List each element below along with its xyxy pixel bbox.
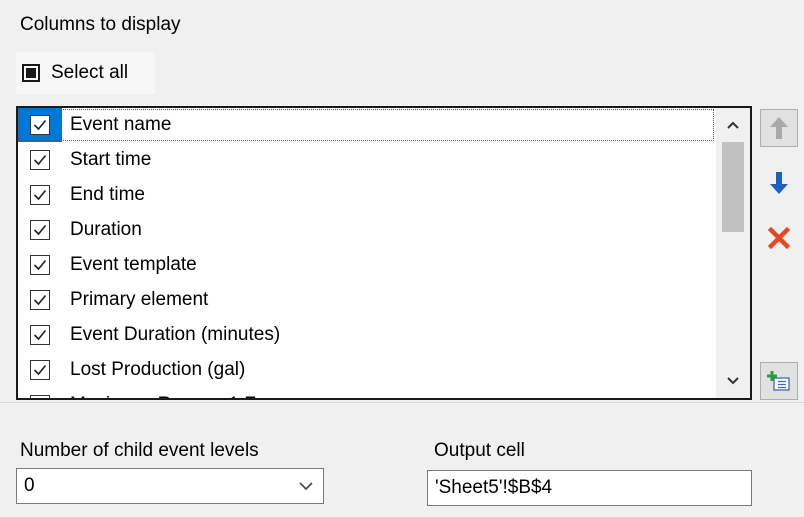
- list-item[interactable]: Duration: [18, 213, 715, 247]
- column-checkbox[interactable]: [18, 213, 62, 247]
- list-item[interactable]: Maximum Reason 1 Freq: [18, 388, 715, 398]
- column-label: Duration: [70, 219, 142, 240]
- column-label: Lost Production (gal): [70, 359, 246, 380]
- output-cell-input[interactable]: [427, 470, 752, 506]
- column-label: Event Duration (minutes): [70, 324, 281, 345]
- checkbox-icon[interactable]: [30, 115, 50, 135]
- column-label: Primary element: [70, 289, 209, 310]
- columns-section-title: Columns to display: [20, 14, 181, 35]
- list-item[interactable]: Start time: [18, 143, 715, 177]
- select-all-label: Select all: [51, 62, 129, 83]
- checkbox-icon[interactable]: [30, 220, 50, 240]
- section-divider: [0, 402, 804, 403]
- chevron-down-icon: [727, 377, 739, 385]
- checkbox-icon[interactable]: [30, 395, 50, 398]
- list-item[interactable]: End time: [18, 178, 715, 212]
- move-down-button[interactable]: [760, 164, 798, 202]
- scroll-down-button[interactable]: [716, 364, 750, 398]
- vertical-scrollbar[interactable]: [716, 108, 750, 398]
- scroll-up-button[interactable]: [716, 108, 750, 142]
- scrollbar-thumb[interactable]: [722, 142, 744, 232]
- child-levels-dropdown[interactable]: 0: [16, 468, 324, 504]
- checkbox-icon[interactable]: [30, 255, 50, 275]
- column-label: End time: [70, 184, 145, 205]
- output-cell-label: Output cell: [434, 440, 525, 461]
- indeterminate-checkbox-icon[interactable]: [22, 64, 40, 82]
- arrow-down-icon: [770, 172, 788, 194]
- column-checkbox[interactable]: [18, 248, 62, 282]
- chevron-up-icon: [727, 121, 739, 129]
- column-label: Event template: [70, 254, 197, 275]
- add-column-button[interactable]: [760, 362, 798, 400]
- column-checkbox[interactable]: [18, 108, 62, 142]
- close-icon: [768, 227, 790, 249]
- move-up-button[interactable]: [760, 109, 798, 147]
- list-item[interactable]: Primary element: [18, 283, 715, 317]
- checkbox-icon[interactable]: [30, 290, 50, 310]
- arrow-up-icon: [770, 117, 788, 139]
- columns-list: Event name Start time End time Duration Even…: [18, 108, 715, 398]
- column-checkbox[interactable]: [18, 283, 62, 317]
- column-checkbox[interactable]: [18, 143, 62, 177]
- column-label: Event name: [70, 114, 172, 135]
- checkbox-icon[interactable]: [30, 325, 50, 345]
- checkbox-icon[interactable]: [30, 360, 50, 380]
- column-checkbox[interactable]: [18, 178, 62, 212]
- remove-column-button[interactable]: [760, 219, 798, 257]
- list-item[interactable]: Lost Production (gal): [18, 353, 715, 387]
- list-item[interactable]: Event template: [18, 248, 715, 282]
- chevron-down-icon: [299, 482, 313, 491]
- column-checkbox[interactable]: [18, 318, 62, 352]
- list-item[interactable]: Event name: [18, 108, 715, 142]
- select-all-checkbox[interactable]: Select all: [16, 52, 155, 94]
- child-levels-label: Number of child event levels: [20, 440, 259, 461]
- column-label: Maximum Reason 1 Freq: [70, 394, 283, 398]
- list-item[interactable]: Event Duration (minutes): [18, 318, 715, 352]
- checkbox-icon[interactable]: [30, 185, 50, 205]
- column-checkbox[interactable]: [18, 353, 62, 387]
- column-label: Start time: [70, 149, 152, 170]
- add-list-icon: [767, 371, 790, 391]
- columns-listbox[interactable]: Event name Start time End time Duration Even…: [16, 106, 752, 400]
- checkbox-icon[interactable]: [30, 150, 50, 170]
- child-levels-value: 0: [24, 475, 35, 496]
- column-checkbox[interactable]: [18, 388, 62, 398]
